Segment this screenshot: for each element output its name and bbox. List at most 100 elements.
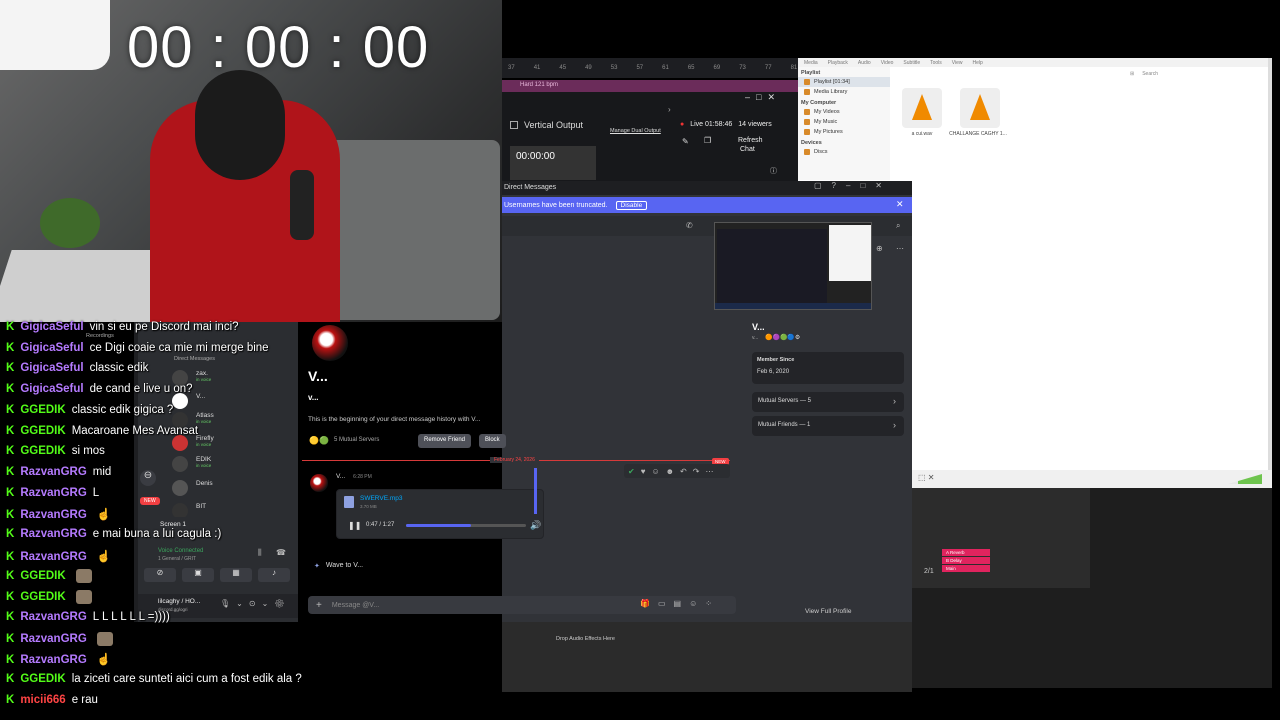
vlc-file-icon[interactable] [902, 88, 942, 128]
search-input[interactable]: Search [1142, 71, 1158, 77]
clip-bar[interactable]: Hard 121 bpm [502, 80, 798, 92]
mutual-servers-card[interactable]: Mutual Servers — 5 › [752, 392, 904, 412]
message-actions: ✔ ♥ ☺ ☻ ↶ ↷ ⋯ [624, 464, 730, 478]
disable-button[interactable]: Disable [615, 200, 648, 210]
chat-message: K RazvanGRG L L L L L L =)))) [6, 611, 170, 623]
vlc-sidebar-item[interactable]: My Pictures [798, 127, 890, 137]
kick-icon: K [6, 321, 15, 333]
vlc-scrollbar[interactable] [1268, 58, 1272, 488]
refresh-chat-button[interactable]: Refresh Chat [738, 136, 763, 154]
vlc-menu-item[interactable]: Help [973, 60, 983, 66]
vlc-menu-item[interactable]: Audio [858, 60, 871, 66]
ruler-tick: 49 [585, 65, 592, 71]
vlc-sidebar-item[interactable]: Playlist [01:34] [798, 77, 890, 87]
daw-track[interactable]: A Reverb [942, 549, 990, 556]
chat-label: Chat [740, 146, 755, 153]
more-icon[interactable]: ⋯ [896, 244, 904, 253]
vlc-sidebar-item[interactable]: My Videos [798, 107, 890, 117]
add-reaction-icon[interactable]: ☻ [666, 467, 674, 476]
reaction-icon[interactable]: ♥ [641, 467, 646, 476]
ruler-tick: 37 [508, 65, 515, 71]
vlc-section-header: Devices [801, 140, 822, 146]
chat-username[interactable]: GGEDIK [20, 591, 65, 603]
volume-icon[interactable]: 🔊 [530, 520, 541, 531]
manage-dual-output-link[interactable]: Manage Dual Output [610, 128, 661, 134]
vlc-sidebar-item[interactable]: Media Library [798, 87, 890, 97]
pencil-icon[interactable]: ✎ [682, 137, 689, 146]
kick-icon: K [6, 445, 15, 458]
vlc-sidebar-item[interactable]: Discs [798, 147, 890, 157]
check-icon[interactable]: ✔ [628, 467, 635, 476]
chat-username[interactable]: RazvanGRG [20, 551, 86, 563]
chat-username[interactable]: GGEDIK [20, 673, 65, 685]
chat-text: L [92, 486, 100, 499]
close-banner-icon[interactable]: ✕ [896, 199, 904, 210]
ruler-tick: 73 [739, 65, 746, 71]
vertical-output-label: Vertical Output [524, 120, 584, 130]
stream-preview[interactable] [714, 222, 872, 310]
stream-timer: 00 : 00 : 00 [127, 15, 430, 80]
emoji-icon[interactable]: ☺ [651, 467, 659, 476]
kick-icon: K [6, 403, 15, 416]
view-full-profile-link[interactable]: View Full Profile [805, 608, 851, 615]
chat-username[interactable]: micii666 [20, 694, 65, 706]
stream-preview-taskbar [715, 303, 871, 309]
chat-username[interactable]: GGEDIK [20, 445, 65, 457]
daw-mixer [912, 488, 1090, 588]
vlc-menu-item[interactable]: Subtitle [903, 60, 920, 66]
vlc-file-icon[interactable] [960, 88, 1000, 128]
vlc-menu-item[interactable]: Tools [930, 60, 942, 66]
chat-message: K RazvanGRG ☝ [6, 507, 111, 521]
chevron-right-icon[interactable]: › [668, 105, 671, 114]
chat-username[interactable]: GigicaSeful [20, 342, 83, 354]
vlc-file-name[interactable]: CHALLANGE CAGHY 1... [946, 131, 1010, 137]
more-icon[interactable]: ⋯ [705, 467, 713, 476]
vlc-menu-item[interactable]: View [952, 60, 963, 66]
chat-text: classic edik [89, 362, 149, 375]
vlc-search[interactable]: ⊞ Search [1130, 68, 1260, 80]
forward-icon[interactable]: ↷ [693, 467, 700, 476]
kick-icon: K [6, 362, 15, 375]
chat-text: Macaroane Mes Avansat [71, 424, 199, 437]
add-friend-icon[interactable]: ⊕ [876, 244, 883, 253]
chat-username[interactable]: GigicaSeful [20, 362, 83, 374]
checkbox-icon[interactable] [510, 121, 518, 129]
vlc-sidebar-item[interactable]: My Music [798, 117, 890, 127]
vlc-section-header: Playlist [801, 70, 821, 76]
chat-username[interactable]: GGEDIK [20, 570, 65, 582]
chat-username[interactable]: GGEDIK [20, 425, 65, 437]
vertical-output-toggle[interactable]: Vertical Output [510, 120, 583, 130]
vlc-menu-item[interactable]: Video [881, 60, 894, 66]
obs-window-controls[interactable]: –□✕ [745, 92, 781, 103]
discord-window-controls[interactable]: ▢?–□✕ [814, 181, 892, 190]
info-icon[interactable]: ⓘ [770, 166, 777, 176]
mutual-friends-label: Mutual Friends — 1 [758, 422, 811, 428]
chat-username[interactable]: GGEDIK [20, 404, 65, 416]
chat-username[interactable]: RazvanGRG [20, 466, 86, 478]
popout-icon[interactable]: ❐ [704, 136, 711, 145]
call-icon[interactable]: ✆ [686, 221, 693, 230]
chat-username[interactable]: GigicaSeful [20, 321, 83, 333]
softbox-light [0, 0, 110, 70]
vlc-menu-item[interactable]: Media [804, 60, 818, 66]
search-icon[interactable]: ⌕ [896, 221, 900, 231]
kick-icon: K [6, 465, 15, 478]
vlc-menu-item[interactable]: Playback [828, 60, 848, 66]
kick-icon: K [6, 610, 15, 623]
chat-username[interactable]: RazvanGRG [20, 509, 86, 521]
daw-track[interactable]: Main [942, 565, 990, 572]
mutual-friends-card[interactable]: Mutual Friends — 1 › [752, 416, 904, 436]
reply-icon[interactable]: ↶ [680, 467, 687, 476]
chat-username[interactable]: GigicaSeful [20, 383, 83, 395]
chat-username[interactable]: RazvanGRG [20, 611, 86, 623]
daw-track[interactable]: B Delay [942, 557, 990, 564]
chat-username[interactable]: RazvanGRG [20, 633, 86, 645]
chat-message: K RazvanGRG ☝ [6, 549, 111, 563]
vlc-file-name[interactable]: a cui.wav [890, 131, 954, 137]
ruler-tick: 45 [559, 65, 567, 71]
ruler-tick: 53 [610, 65, 618, 71]
chat-username[interactable]: RazvanGRG [20, 654, 86, 666]
chat-username[interactable]: RazvanGRG [20, 487, 86, 499]
input-icons[interactable]: 🎁▭▤☺⁘ [640, 599, 720, 608]
chat-username[interactable]: RazvanGRG [20, 528, 86, 540]
